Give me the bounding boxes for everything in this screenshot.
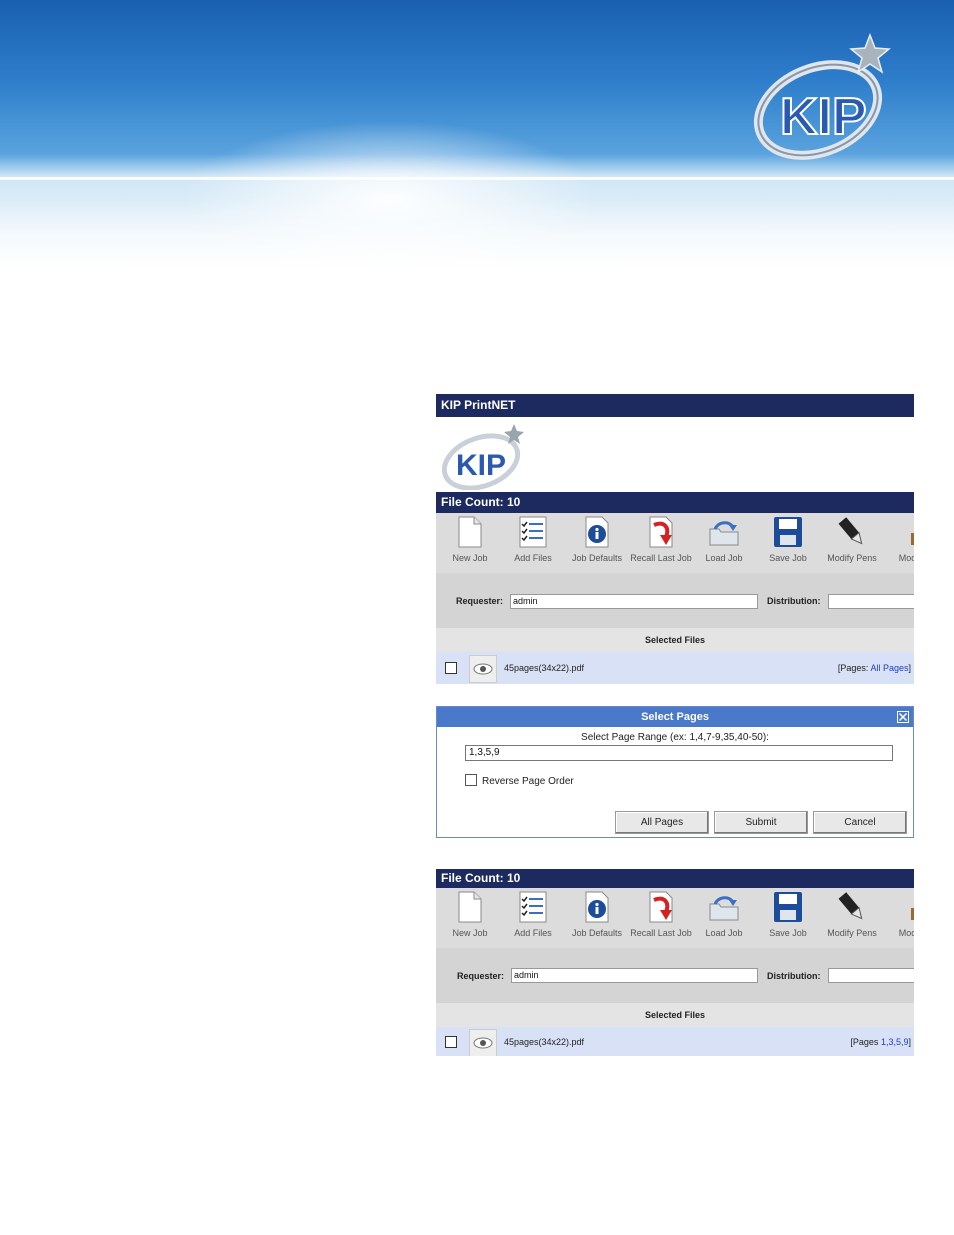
file-name: 45pages(34x22).pdf	[504, 1037, 585, 1047]
load-job-button[interactable]: Load Job	[692, 515, 756, 571]
eye-preview-icon	[473, 1037, 493, 1049]
save-job-icon	[774, 892, 802, 922]
banner-fade	[0, 200, 954, 280]
requester-row: Requester: admin Distribution:	[436, 573, 914, 628]
file-row: 45pages(34x22).pdf [Pages 1,3,5,9]	[436, 1027, 914, 1056]
logo-area: KIP	[436, 417, 914, 492]
distribution-label: Distribution:	[767, 596, 821, 606]
selected-files-header: Selected Files	[436, 1003, 914, 1027]
requester-input[interactable]: admin	[510, 594, 758, 609]
modify-icon	[911, 533, 914, 545]
banner-divider	[0, 177, 954, 180]
pages-prefix: [Pages	[850, 1037, 879, 1047]
recall-last-job-button[interactable]: Recall Last Job	[629, 890, 693, 946]
distribution-label: Distribution:	[767, 971, 821, 981]
pages-info: [Pages 1,3,5,9]	[850, 1037, 911, 1047]
job-defaults-button[interactable]: Job Defaults	[565, 515, 629, 571]
kip-logo-small: KIP	[441, 424, 524, 490]
printnet-panel-before: KIP PrintNET KIP File Count: 10 New Job …	[436, 394, 914, 685]
job-defaults-icon	[585, 516, 609, 548]
tool-label: Modify	[898, 553, 914, 563]
save-job-button[interactable]: Save Job	[756, 890, 820, 946]
modify-icon	[911, 908, 914, 920]
pages-prefix: [Pages:	[837, 663, 869, 673]
file-count-bar: File Count: 10	[436, 869, 914, 888]
requester-row: Requester: admin Distribution:	[436, 948, 914, 1003]
recall-last-job-button[interactable]: Recall Last Job	[629, 515, 693, 571]
submit-button[interactable]: Submit	[714, 811, 808, 834]
tool-label: Modify	[898, 928, 914, 938]
reverse-order-checkbox[interactable]	[465, 774, 477, 786]
add-files-icon	[519, 516, 547, 548]
logo-small-text: KIP	[456, 449, 506, 482]
pages-suffix: ]	[908, 1037, 911, 1047]
kip-logo: KIP	[753, 32, 891, 160]
file-row: 45pages(34x22).pdf [Pages: All Pages]	[436, 652, 914, 684]
pages-link[interactable]: 1,3,5,9	[881, 1037, 909, 1047]
pages-info: [Pages: All Pages]	[838, 663, 911, 673]
page-range-input[interactable]: 1,3,5,9	[465, 745, 893, 761]
load-job-icon	[709, 896, 739, 921]
requester-input[interactable]: admin	[511, 968, 758, 983]
new-job-button[interactable]: New Job	[438, 515, 502, 571]
job-toolbar: New Job Add Files Job Defaults Recall La…	[436, 888, 914, 948]
select-pages-dialog: Select Pages Select Page Range (ex: 1,4,…	[436, 706, 914, 838]
job-defaults-button[interactable]: Job Defaults	[565, 890, 629, 946]
add-files-button[interactable]: Add Files	[501, 890, 565, 946]
recall-last-job-icon	[649, 516, 673, 548]
modify-pens-icon	[838, 892, 863, 920]
requester-label: Requester:	[456, 596, 504, 606]
file-preview-button[interactable]	[469, 1029, 497, 1056]
cancel-button[interactable]: Cancel	[813, 811, 907, 834]
modify-button[interactable]: Modify	[880, 890, 914, 946]
distribution-input[interactable]	[828, 968, 914, 983]
distribution-input[interactable]	[828, 594, 914, 609]
job-defaults-icon	[585, 891, 609, 923]
save-job-button[interactable]: Save Job	[756, 515, 820, 571]
all-pages-button[interactable]: All Pages	[615, 811, 709, 834]
reverse-order-label: Reverse Page Order	[482, 776, 574, 787]
close-icon	[898, 712, 908, 722]
header-banner: KIP	[0, 0, 954, 280]
add-files-button[interactable]: Add Files	[501, 515, 565, 571]
banner-logo-text: KIP	[780, 88, 867, 146]
file-checkbox[interactable]	[445, 1036, 457, 1048]
dialog-close-button[interactable]	[897, 711, 909, 723]
file-checkbox[interactable]	[445, 662, 457, 674]
dialog-title: Select Pages	[437, 707, 913, 727]
modify-pens-icon	[838, 517, 863, 545]
printnet-panel-after: File Count: 10 New Job Add Files Job Def…	[436, 869, 914, 1056]
eye-preview-icon	[473, 663, 493, 675]
requester-label: Requester:	[457, 971, 505, 981]
app-title: KIP PrintNET	[436, 394, 914, 417]
new-job-button[interactable]: New Job	[438, 890, 502, 946]
load-job-icon	[709, 521, 739, 546]
file-preview-button[interactable]	[469, 655, 497, 683]
pages-suffix: ]	[908, 663, 911, 673]
file-count-bar: File Count: 10	[436, 492, 914, 513]
pages-link[interactable]: All Pages	[870, 663, 908, 673]
page-range-prompt: Select Page Range (ex: 1,4,7-9,35,40-50)…	[581, 732, 769, 743]
load-job-button[interactable]: Load Job	[692, 890, 756, 946]
add-files-icon	[519, 891, 547, 923]
save-job-icon	[774, 517, 802, 547]
file-name: 45pages(34x22).pdf	[504, 663, 585, 673]
new-job-icon	[458, 516, 482, 548]
new-job-icon	[458, 891, 482, 923]
selected-files-header: Selected Files	[436, 628, 914, 652]
modify-button[interactable]: Modify	[880, 515, 914, 571]
recall-last-job-icon	[649, 891, 673, 923]
job-toolbar: New Job Add Files Job Defaults Recall La…	[436, 513, 914, 573]
